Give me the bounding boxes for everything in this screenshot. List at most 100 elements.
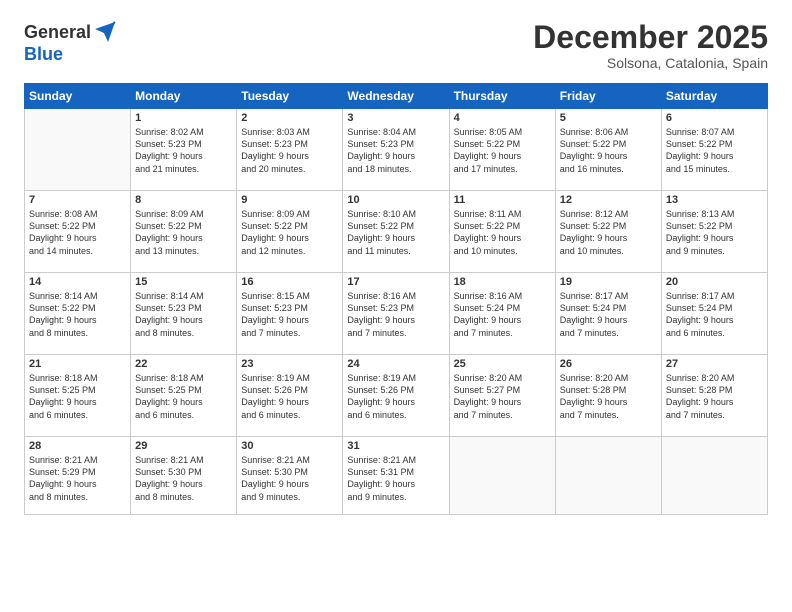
day-number: 28 xyxy=(29,440,126,452)
calendar-day-cell: 25Sunrise: 8:20 AM Sunset: 5:27 PM Dayli… xyxy=(449,355,555,437)
header: General Blue December 2025 Solsona, Cata… xyxy=(24,20,768,71)
day-number: 10 xyxy=(347,194,444,206)
logo: General Blue xyxy=(24,20,117,65)
calendar-day-cell xyxy=(555,437,661,515)
calendar-day-cell: 14Sunrise: 8:14 AM Sunset: 5:22 PM Dayli… xyxy=(25,273,131,355)
calendar-day-cell: 1 Sunrise: 8:02 AM Sunset: 5:23 PM Daylig… xyxy=(131,109,237,191)
day-number: 13 xyxy=(666,194,763,206)
logo-bird-icon xyxy=(93,20,117,44)
calendar-day-cell: 7Sunrise: 8:08 AM Sunset: 5:22 PM Daylig… xyxy=(25,191,131,273)
day-info: Sunrise: 8:21 AM Sunset: 5:30 PM Dayligh… xyxy=(241,454,338,503)
day-info: Sunrise: 8:21 AM Sunset: 5:31 PM Dayligh… xyxy=(347,454,444,503)
day-number: 20 xyxy=(666,276,763,288)
day-info: Sunrise: 8:02 AM Sunset: 5:23 PM Dayligh… xyxy=(135,126,232,175)
calendar-day-cell: 2 Sunrise: 8:03 AM Sunset: 5:23 PM Daylig… xyxy=(237,109,343,191)
day-number: 17 xyxy=(347,276,444,288)
day-info: Sunrise: 8:14 AM Sunset: 5:23 PM Dayligh… xyxy=(135,290,232,339)
calendar-day-cell: 16Sunrise: 8:15 AM Sunset: 5:23 PM Dayli… xyxy=(237,273,343,355)
calendar-day-cell: 29Sunrise: 8:21 AM Sunset: 5:30 PM Dayli… xyxy=(131,437,237,515)
calendar-day-cell: 20Sunrise: 8:17 AM Sunset: 5:24 PM Dayli… xyxy=(661,273,767,355)
day-number: 22 xyxy=(135,358,232,370)
day-info: Sunrise: 8:16 AM Sunset: 5:23 PM Dayligh… xyxy=(347,290,444,339)
day-info: Sunrise: 8:21 AM Sunset: 5:29 PM Dayligh… xyxy=(29,454,126,503)
weekday-header-cell: Wednesday xyxy=(343,84,449,109)
day-number: 5 xyxy=(560,112,657,124)
day-number: 26 xyxy=(560,358,657,370)
day-info: Sunrise: 8:03 AM Sunset: 5:23 PM Dayligh… xyxy=(241,126,338,175)
day-number: 3 xyxy=(347,112,444,124)
day-info: Sunrise: 8:12 AM Sunset: 5:22 PM Dayligh… xyxy=(560,208,657,257)
day-info: Sunrise: 8:09 AM Sunset: 5:22 PM Dayligh… xyxy=(135,208,232,257)
calendar-day-cell: 23 Sunrise: 8:19 AM Sunset: 5:26 PM Dayli… xyxy=(237,355,343,437)
month-title: December 2025 xyxy=(533,20,768,55)
calendar-day-cell: 13 Sunrise: 8:13 AM Sunset: 5:22 PM Dayli… xyxy=(661,191,767,273)
calendar-day-cell: 19 Sunrise: 8:17 AM Sunset: 5:24 PM Dayli… xyxy=(555,273,661,355)
day-info: Sunrise: 8:18 AM Sunset: 5:25 PM Dayligh… xyxy=(135,372,232,421)
day-info: Sunrise: 8:20 AM Sunset: 5:28 PM Dayligh… xyxy=(666,372,763,421)
calendar-day-cell: 21Sunrise: 8:18 AM Sunset: 5:25 PM Dayli… xyxy=(25,355,131,437)
calendar-day-cell: 5 Sunrise: 8:06 AM Sunset: 5:22 PM Daylig… xyxy=(555,109,661,191)
day-number: 19 xyxy=(560,276,657,288)
day-number: 25 xyxy=(454,358,551,370)
day-info: Sunrise: 8:21 AM Sunset: 5:30 PM Dayligh… xyxy=(135,454,232,503)
calendar-week-row: 21 Sunrise: 8:18 AM Sunset: 5:25 PM Dayli… xyxy=(25,355,768,437)
day-number: 4 xyxy=(454,112,551,124)
day-info: Sunrise: 8:06 AM Sunset: 5:22 PM Dayligh… xyxy=(560,126,657,175)
day-number: 23 xyxy=(241,358,338,370)
day-info: Sunrise: 8:13 AM Sunset: 5:22 PM Dayligh… xyxy=(666,208,763,257)
weekday-header-cell: Sunday xyxy=(25,84,131,109)
day-number: 31 xyxy=(347,440,444,452)
weekday-header-row: SundayMondayTuesdayWednesdayThursdayFrid… xyxy=(25,84,768,109)
day-info: Sunrise: 8:07 AM Sunset: 5:22 PM Dayligh… xyxy=(666,126,763,175)
day-number: 1 xyxy=(135,112,232,124)
calendar-day-cell xyxy=(25,109,131,191)
day-info: Sunrise: 8:19 AM Sunset: 5:26 PM Dayligh… xyxy=(347,372,444,421)
calendar-week-row: 28 Sunrise: 8:21 AM Sunset: 5:29 PM Dayli… xyxy=(25,437,768,515)
weekday-header-cell: Tuesday xyxy=(237,84,343,109)
day-info: Sunrise: 8:16 AM Sunset: 5:24 PM Dayligh… xyxy=(454,290,551,339)
calendar-day-cell: 24Sunrise: 8:19 AM Sunset: 5:26 PM Dayli… xyxy=(343,355,449,437)
day-info: Sunrise: 8:17 AM Sunset: 5:24 PM Dayligh… xyxy=(560,290,657,339)
calendar-week-row: 7Sunrise: 8:08 AM Sunset: 5:22 PM Daylig… xyxy=(25,191,768,273)
day-number: 15 xyxy=(135,276,232,288)
day-info: Sunrise: 8:20 AM Sunset: 5:28 PM Dayligh… xyxy=(560,372,657,421)
day-number: 6 xyxy=(666,112,763,124)
calendar-day-cell: 17 Sunrise: 8:16 AM Sunset: 5:23 PM Dayli… xyxy=(343,273,449,355)
location-subtitle: Solsona, Catalonia, Spain xyxy=(533,55,768,71)
weekday-header-cell: Thursday xyxy=(449,84,555,109)
day-info: Sunrise: 8:19 AM Sunset: 5:26 PM Dayligh… xyxy=(241,372,338,421)
calendar-day-cell: 8 Sunrise: 8:09 AM Sunset: 5:22 PM Daylig… xyxy=(131,191,237,273)
calendar-day-cell: 4 Sunrise: 8:05 AM Sunset: 5:22 PM Daylig… xyxy=(449,109,555,191)
day-number: 11 xyxy=(454,194,551,206)
day-info: Sunrise: 8:08 AM Sunset: 5:22 PM Dayligh… xyxy=(29,208,126,257)
calendar-day-cell: 28 Sunrise: 8:21 AM Sunset: 5:29 PM Dayli… xyxy=(25,437,131,515)
logo-general-text: General xyxy=(24,22,91,43)
logo-blue-text: Blue xyxy=(24,44,63,65)
calendar-day-cell: 9Sunrise: 8:09 AM Sunset: 5:22 PM Daylig… xyxy=(237,191,343,273)
calendar-day-cell xyxy=(661,437,767,515)
calendar-day-cell: 18 Sunrise: 8:16 AM Sunset: 5:24 PM Dayli… xyxy=(449,273,555,355)
day-info: Sunrise: 8:14 AM Sunset: 5:22 PM Dayligh… xyxy=(29,290,126,339)
title-block: December 2025 Solsona, Catalonia, Spain xyxy=(533,20,768,71)
day-number: 16 xyxy=(241,276,338,288)
day-info: Sunrise: 8:09 AM Sunset: 5:22 PM Dayligh… xyxy=(241,208,338,257)
page: General Blue December 2025 Solsona, Cata… xyxy=(0,0,792,612)
day-number: 12 xyxy=(560,194,657,206)
day-number: 18 xyxy=(454,276,551,288)
calendar-day-cell: 11 Sunrise: 8:11 AM Sunset: 5:22 PM Dayli… xyxy=(449,191,555,273)
calendar-day-cell: 30Sunrise: 8:21 AM Sunset: 5:30 PM Dayli… xyxy=(237,437,343,515)
calendar-day-cell: 12 Sunrise: 8:12 AM Sunset: 5:22 PM Dayli… xyxy=(555,191,661,273)
day-number: 27 xyxy=(666,358,763,370)
weekday-header-cell: Friday xyxy=(555,84,661,109)
day-info: Sunrise: 8:05 AM Sunset: 5:22 PM Dayligh… xyxy=(454,126,551,175)
calendar-week-row: 1 Sunrise: 8:02 AM Sunset: 5:23 PM Daylig… xyxy=(25,109,768,191)
day-info: Sunrise: 8:11 AM Sunset: 5:22 PM Dayligh… xyxy=(454,208,551,257)
day-number: 8 xyxy=(135,194,232,206)
day-number: 21 xyxy=(29,358,126,370)
calendar-day-cell: 27 Sunrise: 8:20 AM Sunset: 5:28 PM Dayli… xyxy=(661,355,767,437)
weekday-header-cell: Saturday xyxy=(661,84,767,109)
calendar-body: 1 Sunrise: 8:02 AM Sunset: 5:23 PM Daylig… xyxy=(25,109,768,515)
calendar-day-cell: 26 Sunrise: 8:20 AM Sunset: 5:28 PM Dayli… xyxy=(555,355,661,437)
day-number: 2 xyxy=(241,112,338,124)
day-info: Sunrise: 8:04 AM Sunset: 5:23 PM Dayligh… xyxy=(347,126,444,175)
